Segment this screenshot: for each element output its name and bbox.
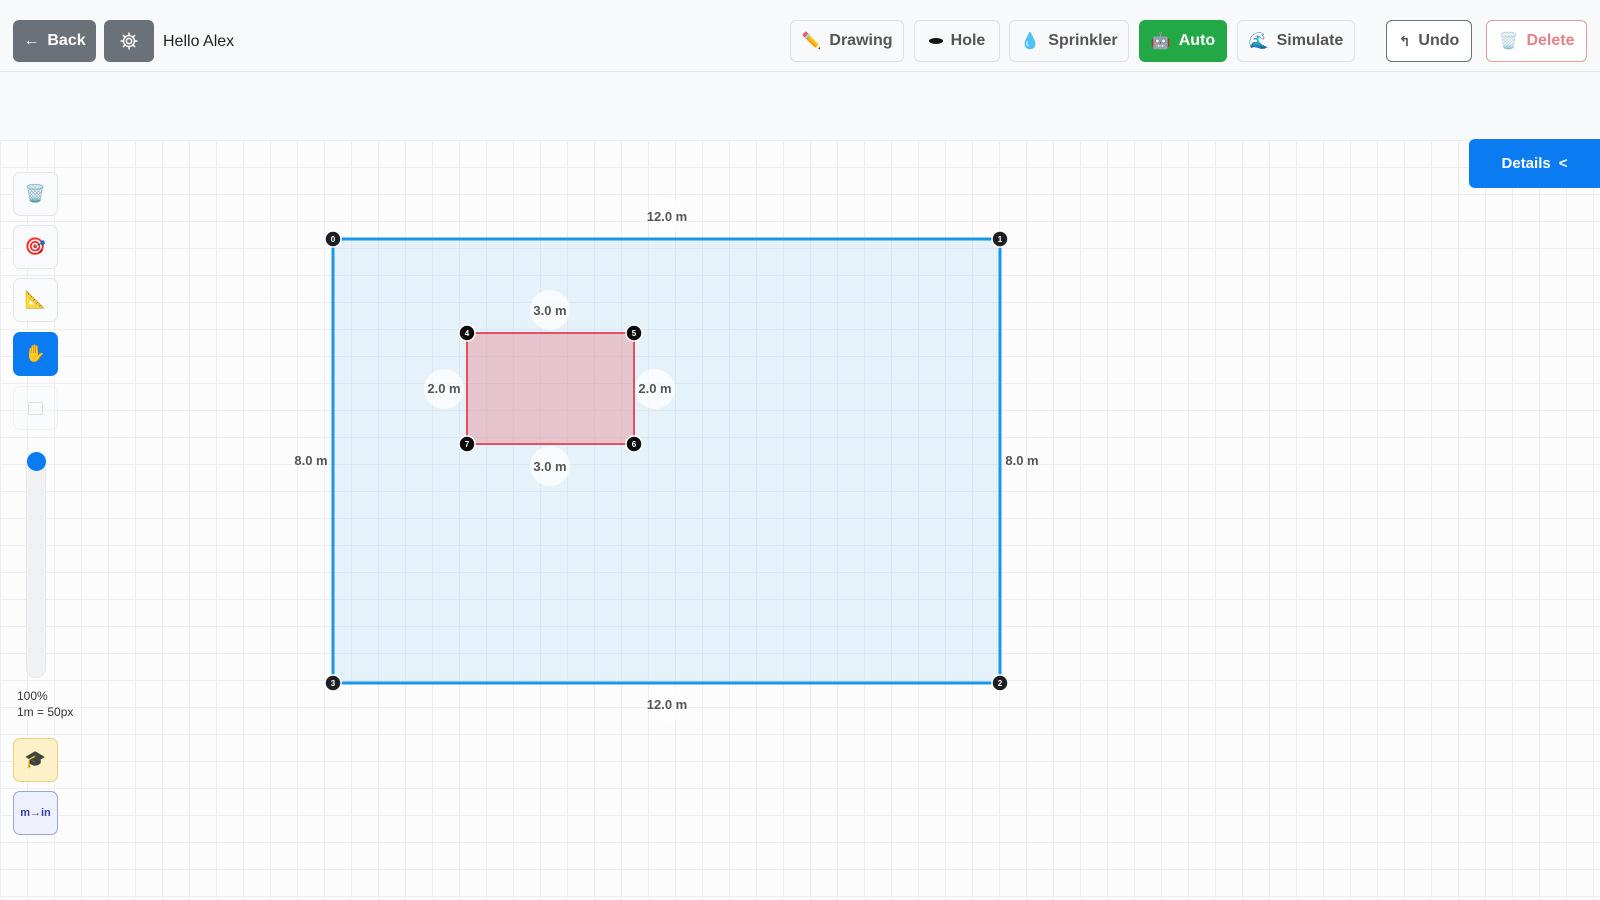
- area-right-length: 8.0 m: [1005, 453, 1038, 468]
- zone-drawing: 12.0 m 12.0 m 8.0 m 8.0 m 3.0 m 3.0 m 2.…: [294, 198, 1039, 722]
- area-bottom-length: 12.0 m: [647, 697, 687, 712]
- svg-text:3: 3: [331, 679, 336, 688]
- area-vertex-3[interactable]: 3: [324, 674, 342, 692]
- hole-left-length: 2.0 m: [427, 381, 460, 396]
- svg-text:6: 6: [632, 440, 637, 449]
- area-left-length: 8.0 m: [294, 453, 327, 468]
- hole-polygon[interactable]: [466, 332, 635, 445]
- svg-text:0: 0: [331, 235, 336, 244]
- hole-vertex-7[interactable]: 7: [458, 435, 476, 453]
- hole-bottom-length: 3.0 m: [533, 459, 566, 474]
- svg-text:2: 2: [998, 679, 1003, 688]
- area-vertex-0[interactable]: 0: [324, 230, 342, 248]
- area-vertex-2[interactable]: 2: [991, 674, 1009, 692]
- svg-text:4: 4: [465, 329, 470, 338]
- area-top-length: 12.0 m: [647, 209, 687, 224]
- hole-right-length: 2.0 m: [638, 381, 671, 396]
- svg-text:1: 1: [998, 235, 1003, 244]
- svg-text:7: 7: [465, 440, 470, 449]
- hole-vertex-5[interactable]: 5: [625, 324, 643, 342]
- area-polygon[interactable]: [331, 237, 1002, 685]
- area-vertex-1[interactable]: 1: [991, 230, 1009, 248]
- hole-vertex-6[interactable]: 6: [625, 435, 643, 453]
- svg-text:5: 5: [632, 329, 637, 338]
- hole-vertex-4[interactable]: 4: [458, 324, 476, 342]
- hole-top-length: 3.0 m: [533, 303, 566, 318]
